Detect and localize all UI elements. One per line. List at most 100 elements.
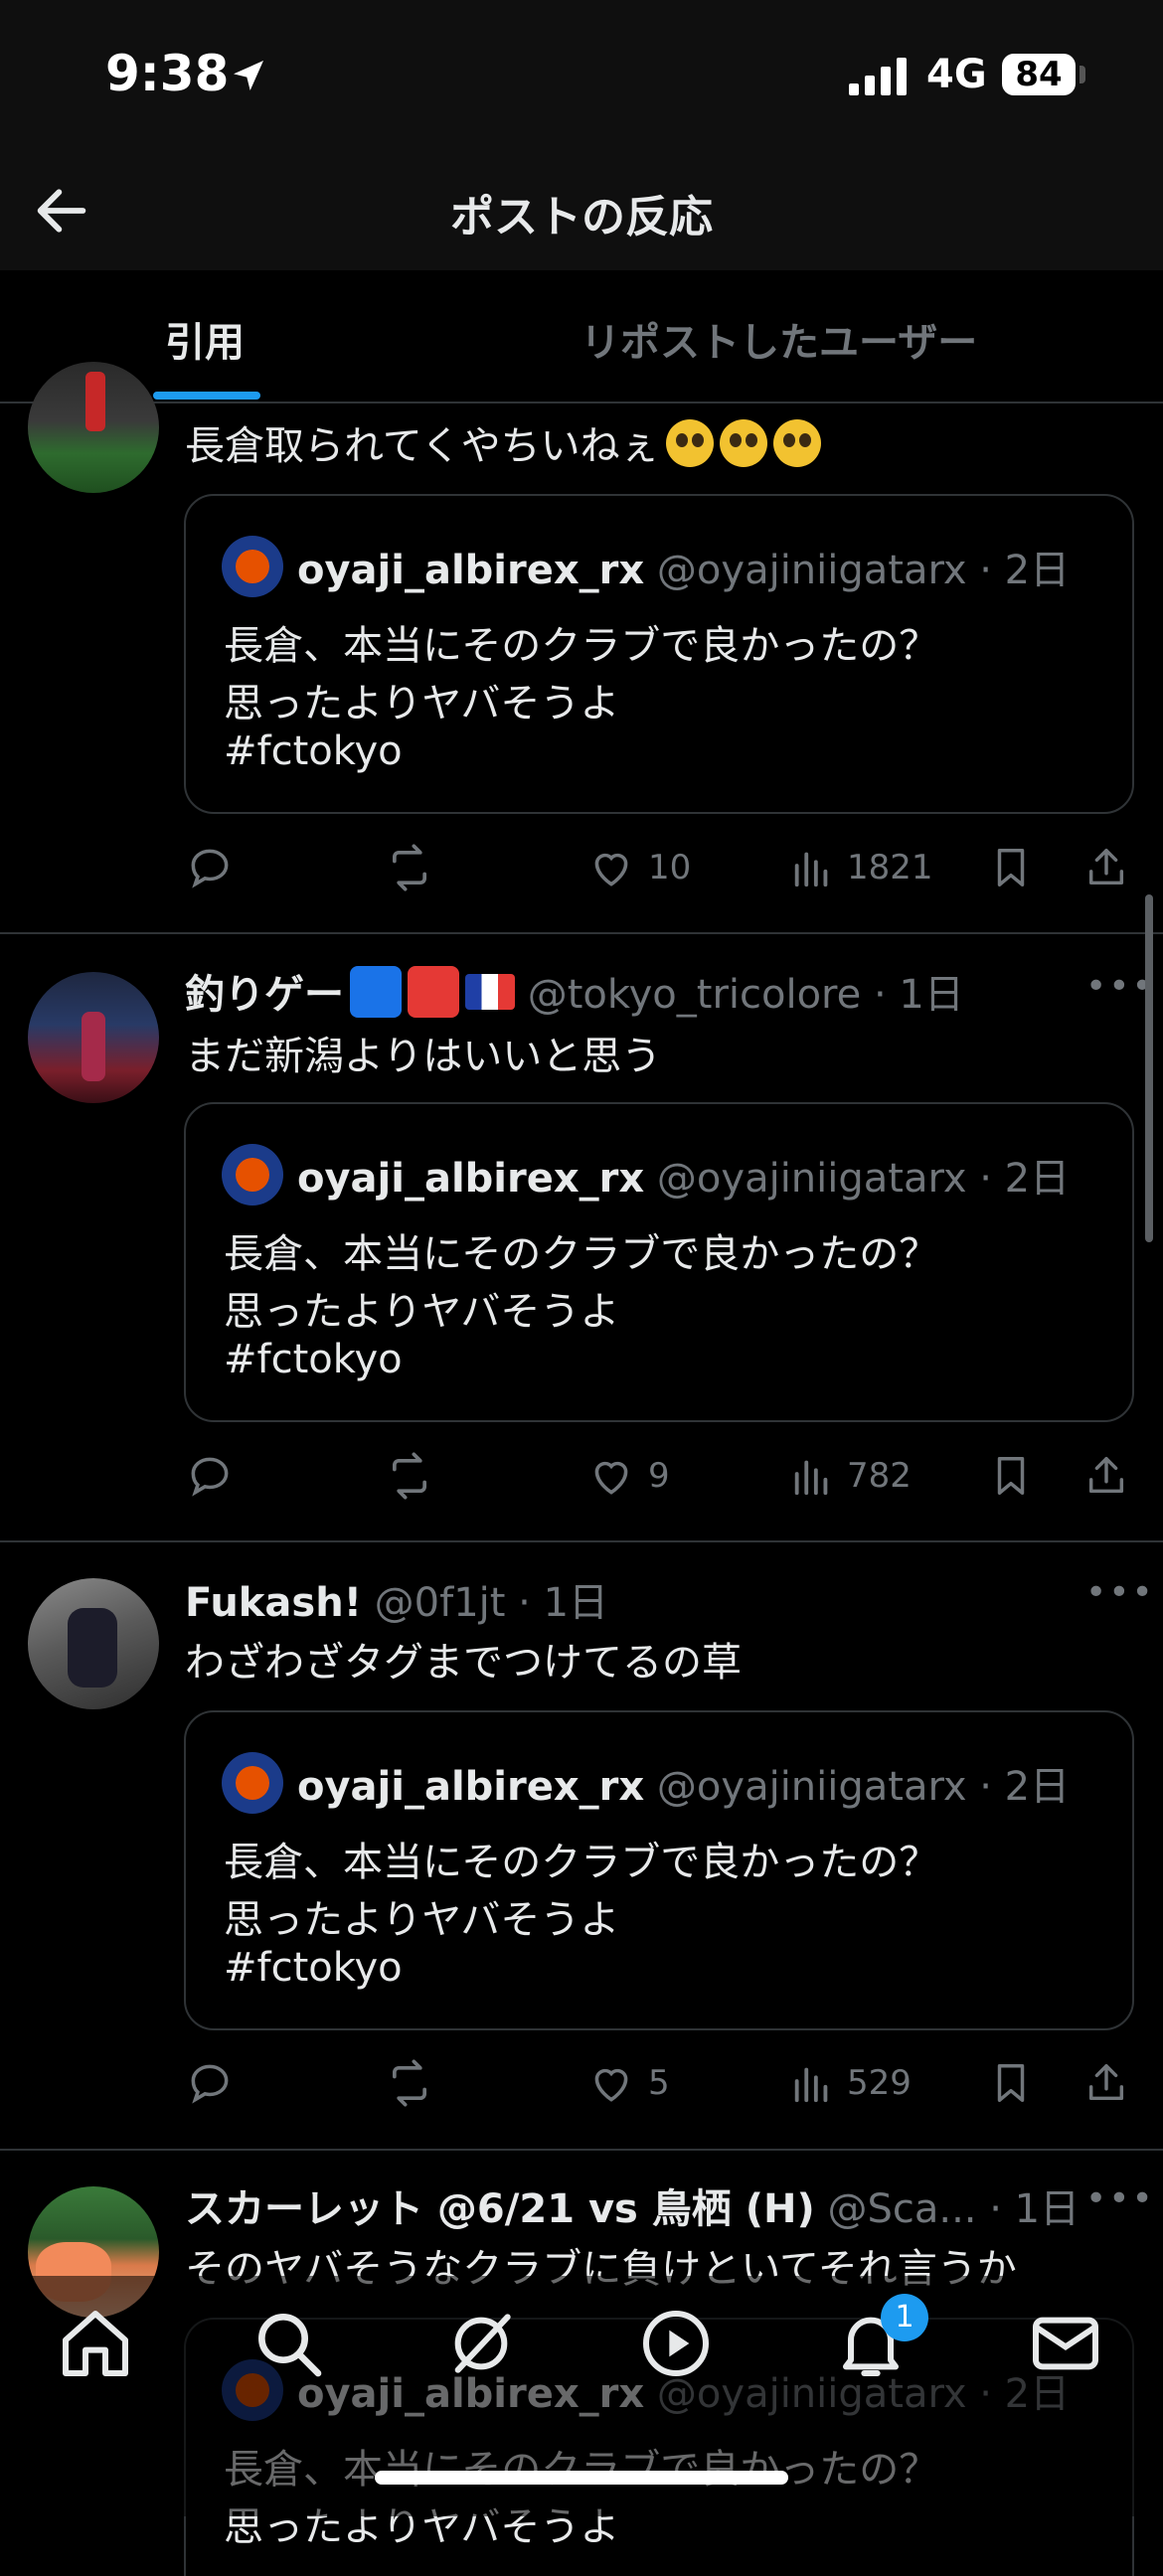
like-icon bbox=[594, 1461, 628, 1495]
quote-card[interactable]: oyaji_albirex_rx @oyajiniigatarx · 2日 長倉… bbox=[184, 494, 1134, 814]
quoted-line: 長倉、本当にそのクラブで良かったの？ bbox=[224, 1840, 939, 1885]
active-tab-indicator bbox=[153, 392, 260, 400]
notification-badge: 1 bbox=[881, 2294, 928, 2341]
like-button[interactable]: 10 bbox=[586, 838, 691, 897]
status-time: 9:38 bbox=[105, 45, 230, 102]
page-title: ポストの反応 bbox=[450, 192, 713, 242]
author-handle: @tokyo_tricolore · 1日 bbox=[527, 972, 964, 1018]
author-name[interactable]: 釣りゲー bbox=[185, 972, 344, 1018]
post-text-content: 長倉取られてくやちいねぇ bbox=[185, 423, 660, 469]
bookmark-button[interactable] bbox=[988, 2053, 1034, 2113]
quoted-avatar bbox=[222, 1752, 283, 1814]
grok-icon[interactable] bbox=[441, 2304, 521, 2383]
tab-quotes[interactable]: 引用 bbox=[165, 310, 245, 368]
location-arrow-icon bbox=[234, 61, 263, 90]
video-icon[interactable] bbox=[636, 2304, 716, 2383]
repost-button[interactable] bbox=[384, 2053, 435, 2113]
home-icon[interactable] bbox=[56, 2304, 135, 2383]
views-icon bbox=[794, 1460, 828, 1496]
battery-level: 84 bbox=[1002, 54, 1076, 95]
reply-icon bbox=[191, 1457, 229, 1497]
reply-button[interactable] bbox=[185, 1446, 235, 1506]
quoted-avatar bbox=[222, 1144, 283, 1206]
quoted-line: #fctokyo bbox=[224, 728, 403, 774]
scrollbar[interactable] bbox=[1145, 894, 1153, 1242]
post-actions: 9 782 bbox=[0, 1446, 1163, 1506]
views-button[interactable]: 782 bbox=[789, 1446, 912, 1506]
post-text: 長倉取られてくやちいねぇ bbox=[185, 413, 821, 471]
view-count: 782 bbox=[847, 1456, 912, 1496]
share-icon bbox=[1088, 2064, 1124, 2101]
views-icon bbox=[794, 852, 828, 887]
tab-bar: 引用 リポストしたユーザー bbox=[0, 270, 1163, 403]
share-icon bbox=[1088, 849, 1124, 886]
reply-button[interactable] bbox=[185, 2053, 235, 2113]
share-icon bbox=[1088, 1457, 1124, 1494]
bookmark-icon bbox=[997, 2064, 1025, 2102]
blue-square-emoji bbox=[350, 966, 402, 1018]
reply-icon bbox=[191, 849, 229, 888]
view-count: 1821 bbox=[847, 848, 933, 887]
quoted-line: 思ったよりヤバそうよ bbox=[224, 1897, 620, 1943]
quoted-line: 長倉、本当にそのクラブで良かったの？ bbox=[224, 1231, 939, 1277]
red-square-emoji bbox=[408, 966, 459, 1018]
home-indicator[interactable] bbox=[375, 2471, 788, 2485]
quoted-name: oyaji_albirex_rx bbox=[297, 1156, 645, 1202]
post-text: まだ新潟よりはいいと思う bbox=[185, 1034, 662, 1079]
quoted-header: oyaji_albirex_rx @oyajiniigatarx · 2日 bbox=[297, 1146, 1070, 1204]
repost-button[interactable] bbox=[384, 838, 435, 897]
quote-card[interactable]: oyaji_albirex_rx @oyajiniigatarx · 2日 長倉… bbox=[184, 1710, 1134, 2030]
views-icon bbox=[794, 2067, 828, 2103]
tab-reposted-users[interactable]: リポストしたユーザー bbox=[581, 310, 977, 368]
share-button[interactable] bbox=[1083, 2053, 1129, 2113]
views-button[interactable]: 1821 bbox=[789, 838, 933, 897]
author-handle: @Sca... · 1日 bbox=[827, 2186, 1080, 2232]
author-name[interactable]: Fukash! bbox=[185, 1580, 362, 1626]
repost-icon bbox=[392, 1452, 427, 1500]
author-name[interactable]: スカーレット @6/21 vs 鳥栖 (H) bbox=[185, 2186, 815, 2232]
quoted-line: #fctokyo bbox=[224, 1337, 403, 1382]
view-count: 529 bbox=[847, 2063, 912, 2103]
battery-nub bbox=[1080, 66, 1085, 83]
author-handle: @0f1jt · 1日 bbox=[374, 1580, 609, 1626]
bookmark-button[interactable] bbox=[988, 1446, 1034, 1506]
quoted-header: oyaji_albirex_rx @oyajiniigatarx · 2日 bbox=[297, 538, 1070, 595]
status-bar: 9:38 4G 84 bbox=[0, 0, 1163, 149]
like-button[interactable]: 9 bbox=[586, 1446, 670, 1506]
avatar[interactable] bbox=[28, 972, 159, 1103]
pleading-face-emoji bbox=[772, 419, 821, 467]
avatar[interactable] bbox=[28, 362, 159, 493]
post-divider bbox=[0, 932, 1163, 934]
bookmark-icon bbox=[997, 1457, 1025, 1495]
quoted-line: 長倉、本当にそのクラブで良かったの？ bbox=[224, 623, 939, 669]
like-button[interactable]: 5 bbox=[586, 2053, 670, 2113]
reply-button[interactable] bbox=[185, 838, 235, 897]
like-icon bbox=[594, 2068, 628, 2102]
quoted-header: oyaji_albirex_rx @oyajiniigatarx · 2日 bbox=[297, 1754, 1070, 1812]
post-text: わざわざタグまでつけてるの草 bbox=[185, 1640, 742, 1686]
share-button[interactable] bbox=[1083, 838, 1129, 897]
search-icon[interactable] bbox=[249, 2304, 328, 2383]
more-icon[interactable]: ••• bbox=[1085, 1572, 1155, 1613]
views-button[interactable]: 529 bbox=[789, 2053, 912, 2113]
like-count: 10 bbox=[648, 848, 692, 887]
mail-icon[interactable] bbox=[1026, 2304, 1105, 2383]
quoted-name: oyaji_albirex_rx bbox=[297, 1764, 645, 1810]
bookmark-button[interactable] bbox=[988, 838, 1034, 897]
share-button[interactable] bbox=[1083, 1446, 1129, 1506]
france-flag-emoji bbox=[465, 974, 515, 1010]
repost-icon bbox=[392, 844, 427, 891]
quote-card[interactable]: oyaji_albirex_rx @oyajiniigatarx · 2日 長倉… bbox=[184, 1102, 1134, 1422]
like-count: 5 bbox=[648, 2063, 670, 2103]
quoted-line: 思ったよりヤバそうよ bbox=[224, 1289, 620, 1335]
more-icon[interactable]: ••• bbox=[1085, 2178, 1155, 2219]
avatar[interactable] bbox=[28, 1578, 159, 1709]
bookmark-icon bbox=[997, 849, 1025, 886]
post-header: Fukash! @0f1jt · 1日 bbox=[185, 1570, 608, 1628]
quoted-handle: @oyajiniigatarx · 2日 bbox=[656, 1156, 1071, 1202]
network-type: 4G bbox=[926, 52, 987, 97]
post-actions: 10 1821 bbox=[0, 838, 1163, 897]
quoted-name: oyaji_albirex_rx bbox=[297, 548, 645, 593]
repost-button[interactable] bbox=[384, 1446, 435, 1506]
quoted-line: 思ったよりヤバそうよ bbox=[224, 681, 620, 726]
